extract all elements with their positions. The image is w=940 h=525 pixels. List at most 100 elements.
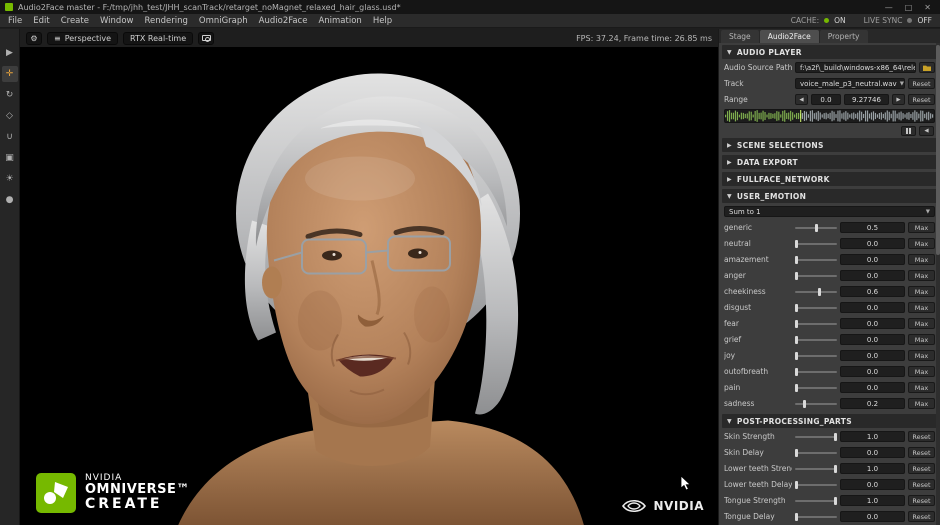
reset-button[interactable]: Reset (908, 447, 935, 458)
emotion-value[interactable]: 0.0 (840, 382, 905, 393)
emotion-value[interactable]: 0.0 (840, 318, 905, 329)
tab-property[interactable]: Property (819, 30, 868, 43)
frame-tool-icon[interactable]: ▣ (2, 150, 18, 166)
emotion-sadness-slider[interactable] (795, 398, 837, 409)
menu-item-edit[interactable]: Edit (33, 16, 49, 26)
max-button[interactable]: Max (908, 350, 935, 361)
slider-handle[interactable] (795, 335, 798, 344)
emotion-pain-slider[interactable] (795, 382, 837, 393)
max-button[interactable]: Max (908, 318, 935, 329)
max-button[interactable]: Max (908, 382, 935, 393)
post-param-value[interactable]: 1.0 (840, 495, 905, 506)
slider-handle[interactable] (818, 287, 822, 296)
slider-handle[interactable] (795, 351, 798, 360)
reset-button[interactable]: Reset (908, 431, 935, 442)
post-lower-teeth-delay-slider[interactable] (795, 479, 837, 490)
tab-stage[interactable]: Stage (721, 30, 759, 43)
slider-handle[interactable] (802, 399, 806, 408)
menu-item-animation[interactable]: Animation (318, 16, 361, 26)
range-end-button[interactable]: ▶ (892, 94, 905, 105)
reset-button[interactable]: Reset (908, 511, 935, 522)
audio-source-path-input[interactable]: f:\a2f\_build\windows-x86_64\release\e (795, 62, 916, 73)
range-start-button[interactable]: ◀ (795, 94, 808, 105)
menu-item-help[interactable]: Help (373, 16, 392, 26)
menu-item-file[interactable]: File (8, 16, 22, 26)
light-tool-icon[interactable]: ☀ (2, 171, 18, 187)
section-header-user-emotion[interactable]: ▼ USER_EMOTION (722, 189, 937, 203)
menu-item-audio2face[interactable]: Audio2Face (259, 16, 308, 26)
post-tongue-delay-slider[interactable] (795, 511, 837, 522)
section-header-post-processing[interactable]: ▼ POST-PROCESSING_PARTS (722, 414, 937, 428)
emotion-value[interactable]: 0.0 (840, 270, 905, 281)
livesync-value[interactable]: OFF (917, 16, 932, 25)
menu-item-window[interactable]: Window (100, 16, 134, 26)
slider-handle[interactable] (795, 512, 798, 521)
post-param-value[interactable]: 0.0 (840, 479, 905, 490)
emotion-value[interactable]: 0.5 (840, 222, 905, 233)
max-button[interactable]: Max (908, 270, 935, 281)
menu-item-rendering[interactable]: Rendering (144, 16, 187, 26)
range-start-value[interactable]: 0.0 (811, 94, 841, 105)
slider-handle[interactable] (795, 271, 798, 280)
slider-handle[interactable] (834, 432, 837, 441)
emotion-value[interactable]: 0.6 (840, 286, 905, 297)
emotion-mode-dropdown[interactable]: Sum to 1 ▼ (724, 206, 935, 217)
emotion-value[interactable]: 0.0 (840, 350, 905, 361)
browse-folder-button[interactable] (919, 62, 935, 73)
section-header-scene-selections[interactable]: ▶ SCENE SELECTIONS (722, 138, 937, 152)
cache-value[interactable]: ON (834, 16, 846, 25)
slider-handle[interactable] (834, 496, 837, 505)
slider-handle[interactable] (795, 255, 798, 264)
emotion-value[interactable]: 0.0 (840, 334, 905, 345)
emotion-value[interactable]: 0.0 (840, 366, 905, 377)
scale-tool-icon[interactable]: ◇ (2, 108, 18, 124)
max-button[interactable]: Max (908, 254, 935, 265)
section-header-data-export[interactable]: ▶ DATA EXPORT (722, 155, 937, 169)
post-param-value[interactable]: 0.0 (840, 447, 905, 458)
capture-button[interactable] (198, 31, 215, 45)
move-tool-icon[interactable]: ✛ (1, 66, 18, 82)
slider-handle[interactable] (795, 303, 798, 312)
max-button[interactable]: Max (908, 222, 935, 233)
emotion-generic-slider[interactable] (795, 222, 837, 233)
snap-tool-icon[interactable]: ∪ (2, 129, 18, 145)
tab-audio2face[interactable]: Audio2Face (759, 30, 819, 43)
pause-button[interactable] (901, 126, 916, 136)
post-param-value[interactable]: 0.0 (840, 511, 905, 522)
slider-handle[interactable] (795, 448, 798, 457)
emotion-fear-slider[interactable] (795, 318, 837, 329)
post-param-value[interactable]: 1.0 (840, 463, 905, 474)
max-button[interactable]: Max (908, 334, 935, 345)
post-skin-strength-slider[interactable] (795, 431, 837, 442)
emotion-cheekiness-slider[interactable] (795, 286, 837, 297)
emotion-outofbreath-slider[interactable] (795, 366, 837, 377)
slider-handle[interactable] (795, 383, 798, 392)
range-reset-button[interactable]: Reset (908, 94, 935, 105)
emotion-anger-slider[interactable] (795, 270, 837, 281)
reset-button[interactable]: Reset (908, 479, 935, 490)
emotion-disgust-slider[interactable] (795, 302, 837, 313)
max-button[interactable]: Max (908, 398, 935, 409)
track-dropdown[interactable]: voice_male_p3_neutral.wav ▼ (795, 78, 905, 89)
panel-scrollbar[interactable] (936, 43, 940, 525)
emotion-value[interactable]: 0.0 (840, 238, 905, 249)
emotion-value[interactable]: 0.2 (840, 398, 905, 409)
minimize-button[interactable]: — (885, 3, 893, 12)
scrollbar-thumb[interactable] (936, 45, 940, 255)
slider-handle[interactable] (795, 367, 798, 376)
select-tool-icon[interactable]: ▶ (2, 45, 18, 61)
slider-handle[interactable] (814, 223, 818, 232)
range-end-value[interactable]: 9.27746 (844, 94, 889, 105)
emotion-value[interactable]: 0.0 (840, 254, 905, 265)
section-header-fullface-network[interactable]: ▶ FULLFACE_NETWORK (722, 172, 937, 186)
emotion-grief-slider[interactable] (795, 334, 837, 345)
max-button[interactable]: Max (908, 238, 935, 249)
emotion-joy-slider[interactable] (795, 350, 837, 361)
max-button[interactable]: Max (908, 302, 935, 313)
3d-viewport[interactable]: ⚙ ≡ Perspective RTX Real-time FPS: 37.24… (20, 29, 718, 525)
post-lower-teeth-strength-slider[interactable] (795, 463, 837, 474)
emotion-amazement-slider[interactable] (795, 254, 837, 265)
physics-tool-icon[interactable]: ● (2, 192, 18, 208)
rotate-tool-icon[interactable]: ↻ (2, 87, 18, 103)
post-skin-delay-slider[interactable] (795, 447, 837, 458)
